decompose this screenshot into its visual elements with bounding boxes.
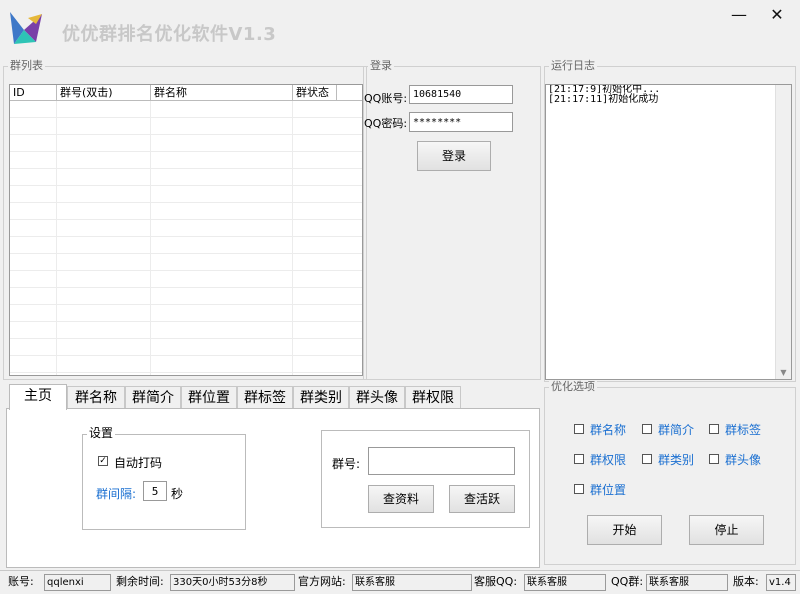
- query-panel: [321, 430, 530, 528]
- log-scrollbar[interactable]: ▼: [775, 85, 791, 379]
- tab-home[interactable]: 主页: [9, 384, 67, 410]
- option-group-avatar-label: 群头像: [725, 453, 762, 467]
- remaining-time-label: 剩余时间:: [116, 575, 164, 588]
- option-group-intro-label: 群简介: [658, 423, 695, 437]
- qq-group-label: QQ群:: [611, 575, 644, 588]
- tab-group-permission[interactable]: 群权限: [405, 386, 461, 410]
- remaining-time-value: 330天0小时53分8秒: [170, 574, 295, 591]
- option-group-tags-label: 群标签: [725, 423, 762, 437]
- column-group-status[interactable]: 群状态: [293, 85, 337, 101]
- interval-input[interactable]: [143, 481, 167, 501]
- group-number-input[interactable]: [368, 447, 515, 475]
- settings-title: 设置: [87, 426, 116, 440]
- tab-group-location[interactable]: 群位置: [181, 386, 237, 410]
- scroll-down-icon[interactable]: ▼: [776, 368, 791, 377]
- group-list-title: 群列表: [8, 59, 45, 73]
- auto-captcha-label: 自动打码: [114, 456, 163, 470]
- close-button[interactable]: ✕: [754, 0, 800, 30]
- column-group-name[interactable]: 群名称: [151, 85, 293, 101]
- option-group-name-label: 群名称: [590, 423, 627, 437]
- option-group-intro-checkbox[interactable]: [642, 424, 652, 434]
- login-button[interactable]: 登录: [417, 141, 491, 171]
- option-group-location-label: 群位置: [590, 483, 627, 497]
- service-qq-value[interactable]: 联系客服: [524, 574, 606, 591]
- interval-unit: 秒: [171, 487, 184, 501]
- tab-group-avatar[interactable]: 群头像: [349, 386, 405, 410]
- status-bar: 账号: qqlenxi 剩余时间: 330天0小时53分8秒 官方网站: 联系客…: [0, 570, 800, 594]
- tab-group-intro[interactable]: 群简介: [125, 386, 181, 410]
- tab-group-category[interactable]: 群类别: [293, 386, 349, 410]
- tab-group-tags[interactable]: 群标签: [237, 386, 293, 410]
- option-group-permission-checkbox[interactable]: [574, 454, 584, 464]
- qq-account-label: QQ账号:: [364, 92, 408, 105]
- start-button[interactable]: 开始: [587, 515, 662, 545]
- option-group-tags-checkbox[interactable]: [709, 424, 719, 434]
- lookup-info-button[interactable]: 查资料: [368, 485, 434, 513]
- version-value: v1.4: [766, 574, 796, 591]
- qq-group-value[interactable]: 联系客服: [646, 574, 728, 591]
- option-group-location-checkbox[interactable]: [574, 484, 584, 494]
- option-group-category-checkbox[interactable]: [642, 454, 652, 464]
- app-logo-icon: [10, 12, 42, 44]
- log-title: 运行日志: [549, 59, 597, 73]
- column-id[interactable]: ID: [10, 85, 57, 101]
- option-group-category-label: 群类别: [658, 453, 695, 467]
- account-value: qqlenxi: [44, 574, 111, 591]
- qq-password-input[interactable]: [409, 112, 513, 132]
- qq-password-label: QQ密码:: [364, 117, 408, 130]
- log-line: [21:17:11]初始化成功: [548, 94, 659, 105]
- interval-label: 群间隔:: [96, 487, 137, 501]
- account-label: 账号:: [8, 575, 34, 588]
- column-group-number[interactable]: 群号(双击): [57, 85, 151, 101]
- official-site-label: 官方网站:: [298, 575, 346, 588]
- check-activity-button[interactable]: 查活跃: [449, 485, 515, 513]
- stop-button[interactable]: 停止: [689, 515, 764, 545]
- version-label: 版本:: [733, 575, 759, 588]
- window-title: 优优群排名优化软件V1.3: [62, 24, 277, 45]
- tab-group-name[interactable]: 群名称: [67, 386, 125, 410]
- qq-account-input[interactable]: [409, 85, 513, 104]
- group-number-label: 群号:: [332, 457, 361, 471]
- group-list-body[interactable]: [10, 101, 362, 375]
- option-group-avatar-checkbox[interactable]: [709, 454, 719, 464]
- log-textarea[interactable]: [21:17:9]初始化中... [21:17:11]初始化成功 ▼: [545, 84, 792, 380]
- option-group-permission-label: 群权限: [590, 453, 627, 467]
- group-list-table[interactable]: ID 群号(双击) 群名称 群状态: [9, 84, 363, 376]
- group-list-header: ID 群号(双击) 群名称 群状态: [10, 85, 362, 101]
- optimize-title: 优化选项: [549, 380, 597, 394]
- login-title: 登录: [368, 59, 394, 73]
- official-site-value[interactable]: 联系客服: [352, 574, 472, 591]
- option-group-name-checkbox[interactable]: [574, 424, 584, 434]
- auto-captcha-checkbox[interactable]: ✓: [98, 456, 108, 466]
- title-bar: 优优群排名优化软件V1.3 — ✕: [0, 0, 800, 60]
- service-qq-label: 客服QQ:: [474, 575, 518, 588]
